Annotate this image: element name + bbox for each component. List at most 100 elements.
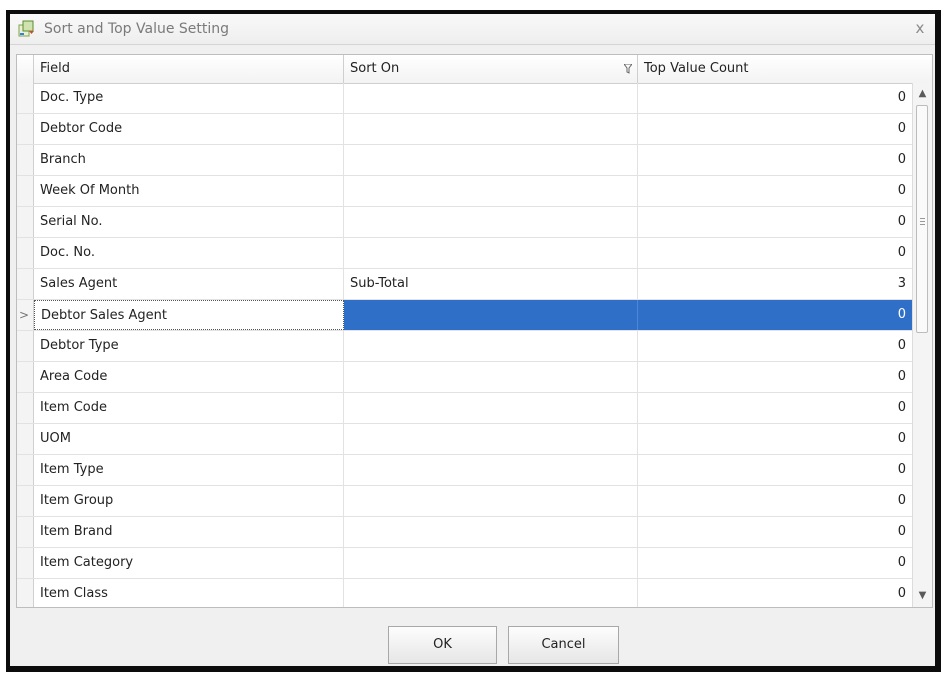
sort-on-cell[interactable] xyxy=(344,176,638,206)
table-row[interactable]: UOM 0 xyxy=(17,424,913,455)
field-cell[interactable]: Serial No. xyxy=(34,207,344,237)
top-value-count-cell[interactable]: 0 xyxy=(638,300,913,330)
row-indicator[interactable] xyxy=(17,424,34,454)
field-cell[interactable]: Item Code xyxy=(34,393,344,423)
row-indicator[interactable]: > xyxy=(17,300,34,330)
field-cell[interactable]: Doc. No. xyxy=(34,238,344,268)
top-value-count-cell[interactable]: 0 xyxy=(638,455,913,485)
top-value-count-cell[interactable]: 0 xyxy=(638,393,913,423)
table-row[interactable]: Sales Agent Sub-Total 3 xyxy=(17,269,913,300)
row-indicator[interactable] xyxy=(17,145,34,175)
sort-on-cell[interactable] xyxy=(344,114,638,144)
top-value-count-cell[interactable]: 0 xyxy=(638,114,913,144)
table-row[interactable]: Item Code 0 xyxy=(17,393,913,424)
column-header-top-value-count[interactable]: Top Value Count xyxy=(638,55,932,83)
top-value-count-cell[interactable]: 0 xyxy=(638,176,913,206)
field-cell[interactable]: Area Code xyxy=(34,362,344,392)
table-row[interactable]: Doc. Type 0 xyxy=(17,83,913,114)
field-cell[interactable]: Item Category xyxy=(34,548,344,578)
row-indicator[interactable] xyxy=(17,362,34,392)
sort-on-cell[interactable] xyxy=(344,517,638,547)
sort-on-cell[interactable]: Sub-Total xyxy=(344,269,638,299)
ok-button[interactable]: OK xyxy=(388,626,497,664)
field-cell[interactable]: Item Type xyxy=(34,455,344,485)
top-value-count-cell[interactable]: 0 xyxy=(638,548,913,578)
sort-on-cell[interactable] xyxy=(344,486,638,516)
table-row[interactable]: > Debtor Sales Agent 0 xyxy=(17,300,913,331)
field-cell[interactable]: UOM xyxy=(34,424,344,454)
table-row[interactable]: Serial No. 0 xyxy=(17,207,913,238)
sort-on-cell[interactable] xyxy=(344,83,638,113)
row-indicator[interactable] xyxy=(17,455,34,485)
table-row[interactable]: Branch 0 xyxy=(17,145,913,176)
title-bar[interactable]: Sort and Top Value Setting x xyxy=(10,14,935,45)
field-cell[interactable]: Branch xyxy=(34,145,344,175)
row-indicator[interactable] xyxy=(17,486,34,516)
field-cell[interactable]: Doc. Type xyxy=(34,83,344,113)
table-row[interactable]: Week Of Month 0 xyxy=(17,176,913,207)
top-value-count-cell[interactable]: 0 xyxy=(638,486,913,516)
field-cell[interactable]: Debtor Type xyxy=(34,331,344,361)
top-value-count-cell[interactable]: 0 xyxy=(638,83,913,113)
top-value-count-cell[interactable]: 3 xyxy=(638,269,913,299)
filter-icon[interactable] xyxy=(623,55,633,86)
row-indicator[interactable] xyxy=(17,548,34,578)
field-cell[interactable]: Item Brand xyxy=(34,517,344,547)
top-value-count-cell[interactable]: 0 xyxy=(638,362,913,392)
table-row[interactable]: Item Class 0 xyxy=(17,579,913,607)
sort-on-cell[interactable] xyxy=(344,145,638,175)
sort-on-cell[interactable] xyxy=(344,548,638,578)
sort-on-cell[interactable] xyxy=(344,579,638,607)
cancel-button[interactable]: Cancel xyxy=(508,626,619,664)
column-header-sort-on[interactable]: Sort On xyxy=(344,55,638,83)
top-value-count-cell[interactable]: 0 xyxy=(638,238,913,268)
row-indicator[interactable] xyxy=(17,207,34,237)
field-cell[interactable]: Sales Agent xyxy=(34,269,344,299)
field-cell[interactable]: Week Of Month xyxy=(34,176,344,206)
row-indicator[interactable] xyxy=(17,331,34,361)
top-value-count-cell[interactable]: 0 xyxy=(638,579,913,607)
row-indicator[interactable] xyxy=(17,238,34,268)
table-row[interactable]: Area Code 0 xyxy=(17,362,913,393)
table-row[interactable]: Item Category 0 xyxy=(17,548,913,579)
sort-on-cell[interactable] xyxy=(344,455,638,485)
top-value-count-cell[interactable]: 0 xyxy=(638,331,913,361)
top-value-count-cell[interactable]: 0 xyxy=(638,424,913,454)
sort-on-cell[interactable] xyxy=(344,300,638,330)
row-indicator[interactable] xyxy=(17,83,34,113)
table-row[interactable]: Debtor Code 0 xyxy=(17,114,913,145)
column-header-field[interactable]: Field xyxy=(34,55,344,83)
sort-on-cell[interactable] xyxy=(344,207,638,237)
table-row[interactable]: Debtor Type 0 xyxy=(17,331,913,362)
table-row[interactable]: Item Brand 0 xyxy=(17,517,913,548)
row-indicator[interactable] xyxy=(17,269,34,299)
scroll-thumb[interactable] xyxy=(916,105,928,333)
grip-line xyxy=(920,218,925,219)
table-row[interactable]: Doc. No. 0 xyxy=(17,238,913,269)
scroll-up-arrow-icon[interactable]: ▲ xyxy=(913,85,932,103)
sort-on-cell[interactable] xyxy=(344,362,638,392)
sort-on-cell[interactable] xyxy=(344,424,638,454)
top-value-count-cell[interactable]: 0 xyxy=(638,207,913,237)
table-row[interactable]: Item Type 0 xyxy=(17,455,913,486)
field-cell[interactable]: Item Group xyxy=(34,486,344,516)
scroll-down-arrow-icon[interactable]: ▼ xyxy=(913,587,932,605)
row-indicator[interactable] xyxy=(17,114,34,144)
sort-on-cell[interactable] xyxy=(344,238,638,268)
top-value-count-cell[interactable]: 0 xyxy=(638,145,913,175)
row-indicator[interactable] xyxy=(17,579,34,607)
close-icon[interactable]: x xyxy=(911,19,929,37)
row-indicator[interactable] xyxy=(17,517,34,547)
row-indicator[interactable] xyxy=(17,393,34,423)
sort-on-cell[interactable] xyxy=(344,393,638,423)
field-cell[interactable]: Item Class xyxy=(34,579,344,607)
field-cell[interactable]: Debtor Code xyxy=(34,114,344,144)
field-cell[interactable]: Debtor Sales Agent xyxy=(34,300,344,330)
table-row[interactable]: Item Group 0 xyxy=(17,486,913,517)
top-value-count-cell[interactable]: 0 xyxy=(638,517,913,547)
row-indicator[interactable] xyxy=(17,176,34,206)
vertical-scrollbar[interactable]: ▲ ▼ xyxy=(912,83,932,607)
dialog-footer: OK Cancel xyxy=(10,612,935,670)
sort-on-cell[interactable] xyxy=(344,331,638,361)
window-title: Sort and Top Value Setting xyxy=(44,21,230,37)
